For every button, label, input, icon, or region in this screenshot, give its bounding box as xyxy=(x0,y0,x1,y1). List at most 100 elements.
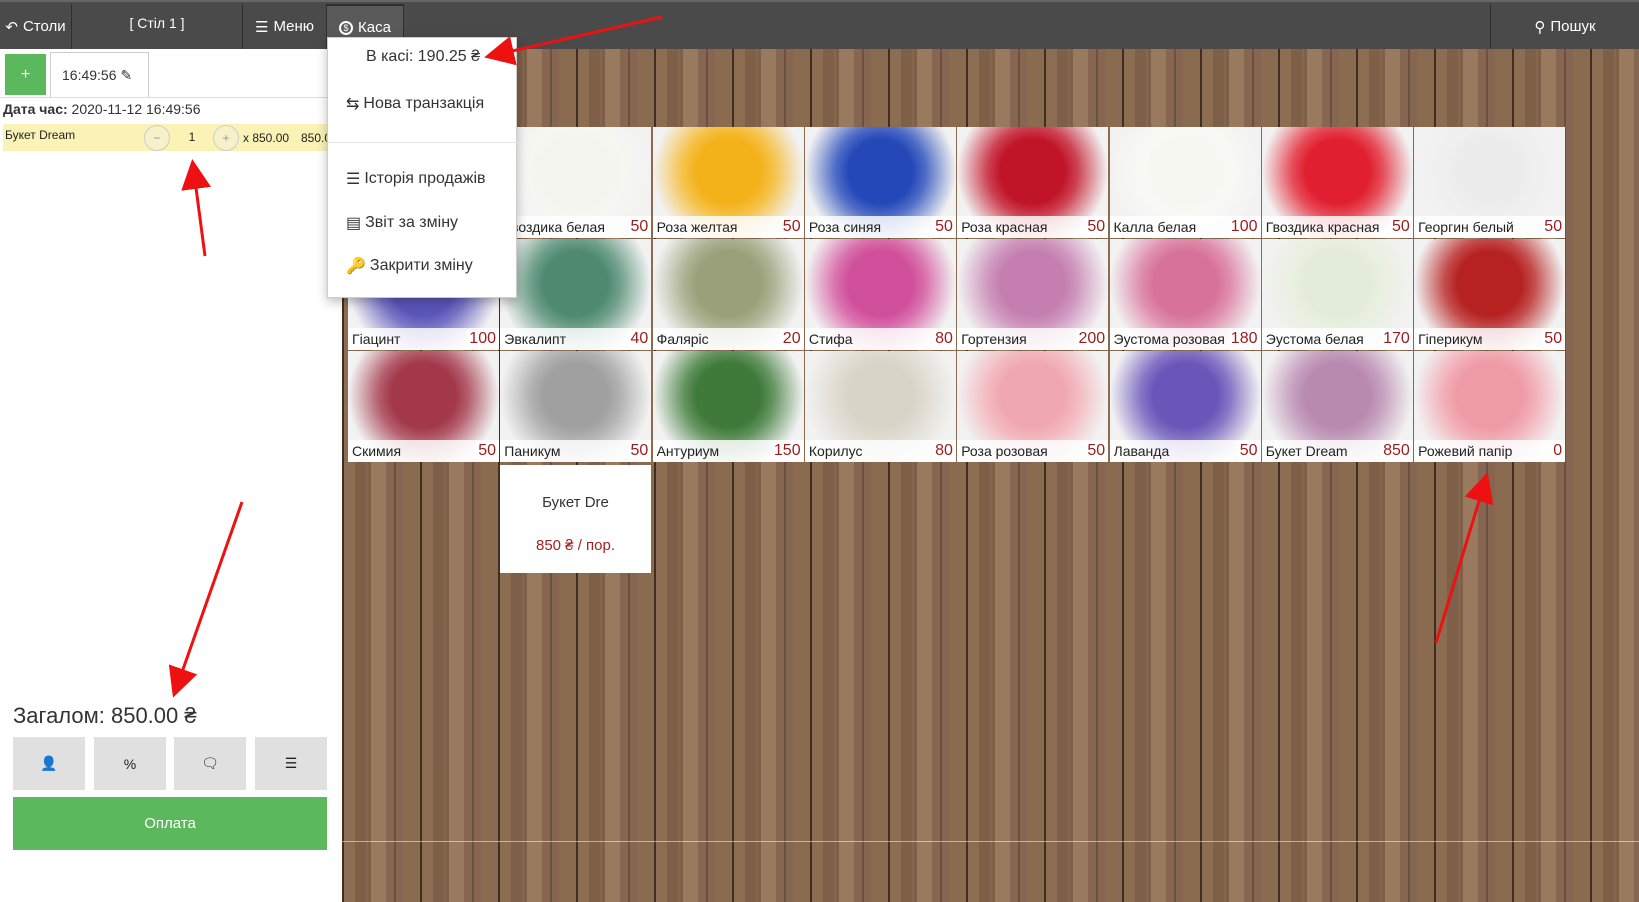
product-name: Скимия xyxy=(352,443,402,459)
product-caption: Паникум 50 xyxy=(500,440,652,462)
product-tile[interactable]: Скимия 50 xyxy=(348,351,499,462)
product-name: Георгин белый xyxy=(1418,219,1514,235)
product-tile[interactable]: Лаванда 50 xyxy=(1109,351,1261,462)
product-tile[interactable]: Гвоздика белая 50 xyxy=(500,127,652,238)
menu-button[interactable]: ☰ Меню xyxy=(243,4,327,49)
sales-history-label: Історія продажів xyxy=(364,170,486,187)
search-button[interactable]: ⚲ Пошук xyxy=(1490,4,1639,49)
product-tile[interactable]: Георгин белый 50 xyxy=(1414,127,1566,238)
tables-button[interactable]: ↶ Столи xyxy=(0,4,72,49)
product-price: 50 xyxy=(1085,442,1106,460)
product-tile[interactable]: Эустома розовая 180 xyxy=(1109,239,1261,350)
product-tile[interactable]: Рожевий папір 0 xyxy=(1414,351,1566,462)
product-caption: Фаляріс 20 xyxy=(652,328,804,350)
product-name: Гіацинт xyxy=(352,331,401,347)
product-price: 20 xyxy=(780,330,801,348)
product-tile[interactable]: Корилус 80 xyxy=(804,351,956,462)
product-price: 50 xyxy=(933,218,953,236)
product-caption: Гвоздика белая 50 xyxy=(500,216,652,238)
order-datetime: Дата час: 2020-11-12 16:49:56 xyxy=(3,101,201,117)
product-caption: Эустома белая 170 xyxy=(1261,328,1413,350)
key-icon: 🔑 xyxy=(346,258,366,275)
new-transaction-item[interactable]: ⇆ Нова транзакція xyxy=(346,94,484,114)
product-name: Эвкалипт xyxy=(504,331,566,347)
product-name: Паникум xyxy=(504,443,561,459)
product-price: 200 xyxy=(1076,330,1106,348)
product-tile[interactable]: Паникум 50 xyxy=(500,351,652,462)
product-name: Гвоздика белая xyxy=(504,219,605,235)
cash-balance: В касі: 190.25 ₴ xyxy=(365,48,481,65)
product-name: Роза красная xyxy=(961,219,1048,235)
search-label: Пошук xyxy=(1550,18,1596,35)
shift-report-item[interactable]: ▤ Звіт за зміну xyxy=(346,213,458,233)
product-tile[interactable]: Гортензия 200 xyxy=(957,239,1109,350)
product-name: Фаляріс xyxy=(656,331,709,347)
customer-button[interactable]: 👤 xyxy=(13,737,85,790)
product-name: Гортензия xyxy=(961,331,1027,347)
product-name: Букет Dream xyxy=(1265,443,1348,459)
discount-button[interactable]: % xyxy=(94,737,166,790)
product-name: Роза розовая xyxy=(961,443,1048,459)
sales-history-item[interactable]: ☰ Історія продажів xyxy=(346,169,486,189)
add-order-button[interactable]: + xyxy=(5,54,46,95)
product-tile[interactable]: Эустома белая 170 xyxy=(1261,239,1413,350)
product-tile[interactable]: Антуриум 150 xyxy=(652,351,804,462)
cash-label: Каса xyxy=(358,19,391,36)
product-name: Эустома розовая xyxy=(1113,331,1225,347)
product-caption: Эустома розовая 180 xyxy=(1109,328,1261,350)
product-caption: Эвкалипт 40 xyxy=(500,328,652,350)
order-panel: + 16:49:56 ✎ Дата час: 2020-11-12 16:49:… xyxy=(0,49,342,902)
product-name: Гвоздика красная xyxy=(1265,219,1380,235)
increase-qty-button[interactable]: + xyxy=(213,125,239,151)
product-tile[interactable]: Калла белая 100 xyxy=(1109,127,1261,238)
bottom-divider xyxy=(342,841,1639,842)
decrease-qty-button[interactable]: − xyxy=(144,125,170,151)
product-caption: Георгин белый 50 xyxy=(1414,216,1566,238)
product-caption: Калла белая 100 xyxy=(1109,216,1261,238)
product-name: Гіперикум xyxy=(1418,331,1483,347)
product-tile[interactable]: Роза красная 50 xyxy=(957,127,1109,238)
product-caption: Роза синяя 50 xyxy=(804,216,956,238)
order-line-item[interactable]: Букет Dream − 1 + x 850.00 850.00 xyxy=(3,124,342,151)
pencil-icon[interactable]: ✎ xyxy=(121,67,133,84)
product-tile[interactable]: Гвоздика красная 50 xyxy=(1261,127,1413,238)
shift-report-label: Звіт за зміну xyxy=(365,214,459,231)
list-icon: ☰ xyxy=(284,755,298,771)
product-price: 850 xyxy=(1381,442,1410,460)
product-tile[interactable]: Роза розовая 50 xyxy=(957,351,1109,462)
pay-button[interactable]: Оплата xyxy=(13,797,327,850)
product-price: 80 xyxy=(933,442,953,460)
close-shift-item[interactable]: 🔑 Закрити зміну xyxy=(346,256,473,276)
comment-button[interactable]: 🗨 xyxy=(174,737,246,790)
product-tile[interactable]: Роза желтая 50 xyxy=(652,127,804,238)
product-caption: Гіперикум 50 xyxy=(1414,328,1566,350)
product-caption: Рожевий папір 0 xyxy=(1414,440,1566,462)
product-grid-area: Роза белай50Гвоздика белая50Роза желтая5… xyxy=(342,49,1639,902)
current-table-button[interactable]: [ Стіл 1 ] xyxy=(72,4,243,49)
product-price: 50 xyxy=(476,442,496,460)
product-tile[interactable]: Роза синяя 50 xyxy=(804,127,956,238)
order-total: Загалом: 850.00 ₴ xyxy=(13,703,197,728)
product-price: 50 xyxy=(1542,330,1563,348)
product-name: Эустома белая xyxy=(1265,331,1364,347)
datetime-label: Дата час: xyxy=(3,101,68,117)
featured-product-tile[interactable]: Букет Dre 850 ₴ / пор. xyxy=(500,465,651,573)
product-price: 50 xyxy=(1390,218,1410,236)
product-tile[interactable]: Гіперикум 50 xyxy=(1414,239,1566,350)
product-tile[interactable]: Фаляріс 20 xyxy=(652,239,804,350)
order-item-qty[interactable]: 1 xyxy=(186,130,198,144)
product-price: 40 xyxy=(628,330,649,348)
product-name: Калла белая xyxy=(1113,219,1197,235)
product-caption: Скимия 50 xyxy=(348,440,499,462)
order-item-unit-price: x 850.00 xyxy=(243,131,290,145)
product-price: 100 xyxy=(467,330,496,348)
product-caption: Стифа 80 xyxy=(804,328,956,350)
order-tab[interactable]: 16:49:56 ✎ xyxy=(50,52,149,97)
more-options-button[interactable]: ☰ xyxy=(255,737,327,790)
product-tile[interactable]: Эвкалипт 40 xyxy=(500,239,652,350)
product-tile[interactable]: Стифа 80 xyxy=(804,239,956,350)
product-name: Роза желтая xyxy=(656,219,738,235)
product-tile[interactable]: Букет Dream 850 xyxy=(1261,351,1413,462)
product-price: 150 xyxy=(771,442,801,460)
table-label: [ Стіл 1 ] xyxy=(129,14,185,31)
